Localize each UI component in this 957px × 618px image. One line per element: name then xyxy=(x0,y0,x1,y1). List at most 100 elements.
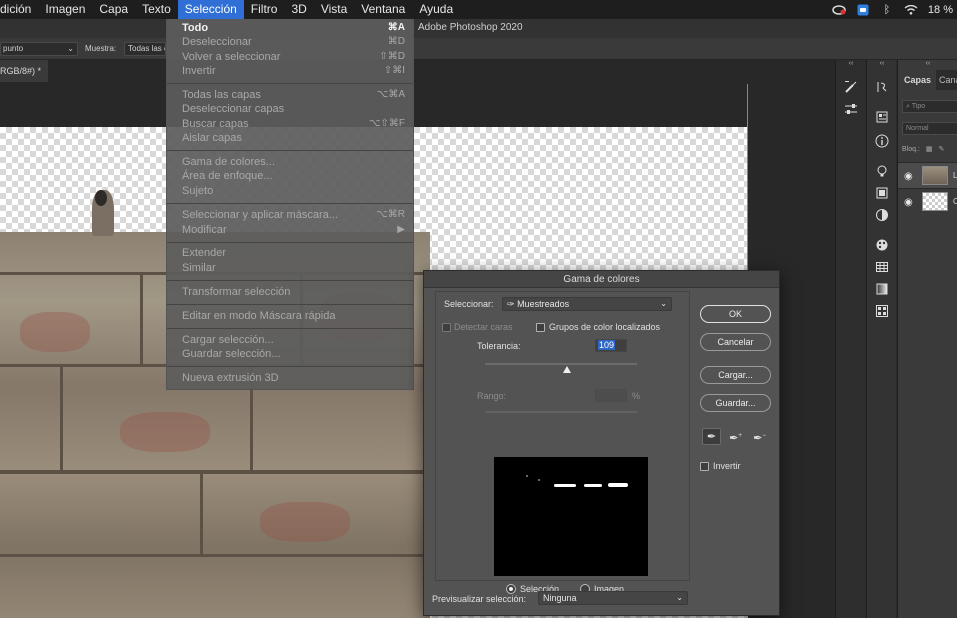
eyedropper-icon[interactable]: ✒ xyxy=(702,428,721,445)
tolerance-slider-thumb[interactable] xyxy=(563,366,572,373)
invert-checkbox[interactable] xyxy=(700,462,709,471)
menu-imagen[interactable]: Imagen xyxy=(38,0,92,19)
sample-select[interactable]: Todas las capas xyxy=(124,42,166,56)
menu-item-todo[interactable]: Todo ⌘A xyxy=(167,21,413,35)
creative-cloud-icon[interactable] xyxy=(832,4,846,16)
layer-row[interactable]: ◉ L xyxy=(898,162,957,188)
brush-presets-icon[interactable] xyxy=(843,80,859,96)
selection-radio[interactable] xyxy=(506,584,516,594)
selection-preview xyxy=(494,457,648,576)
eyedropper-plus-icon[interactable]: ✒+ xyxy=(726,428,745,445)
visibility-eye-icon[interactable]: ◉ xyxy=(904,197,913,208)
menu-separator xyxy=(167,328,413,329)
properties-icon[interactable] xyxy=(874,110,890,126)
sample-size-select[interactable]: punto ⌄ xyxy=(0,42,78,56)
save-button[interactable]: Guardar... xyxy=(700,394,771,412)
gradients-icon[interactable] xyxy=(874,282,890,298)
menu-item-area-de-enfoque[interactable]: Área de enfoque... xyxy=(167,169,413,183)
menu-item-cargar-seleccion[interactable]: Cargar selección... xyxy=(167,333,413,347)
layer-row[interactable]: ◉ C xyxy=(898,188,957,214)
layer-thumbnail xyxy=(922,166,948,185)
menu-item-invertir[interactable]: Invertir ⇧⌘I xyxy=(167,64,413,78)
menu-item-transformar-seleccion[interactable]: Transformar selección xyxy=(167,285,413,299)
adjustments-icon[interactable] xyxy=(874,208,890,224)
patterns-icon[interactable] xyxy=(874,304,890,320)
menu-edicion[interactable]: dición xyxy=(0,0,38,19)
collapse-arrows-icon[interactable]: ‹‹ xyxy=(867,60,897,68)
menu-item-deseleccionar-capas[interactable]: Deseleccionar capas xyxy=(167,102,413,116)
menu-filtro[interactable]: Filtro xyxy=(244,0,285,19)
menu-item-modificar[interactable]: Modificar ▶ xyxy=(167,223,413,237)
grid-table-icon[interactable] xyxy=(874,260,890,276)
menu-separator xyxy=(167,304,413,305)
blend-mode-value: Normal xyxy=(906,125,929,132)
selection-menu: Todo ⌘A Deseleccionar ⌘D Volver a seleccio… xyxy=(166,19,414,390)
preview-mark xyxy=(538,479,540,481)
document-tab[interactable]: RGB/8#) * xyxy=(0,60,48,82)
invert-label: Invertir xyxy=(713,461,741,471)
localized-groups-checkbox[interactable] xyxy=(536,323,545,332)
menu-separator xyxy=(167,203,413,204)
range-slider[interactable] xyxy=(485,411,637,413)
menu-item-aislar-capas[interactable]: Aislar capas xyxy=(167,131,413,145)
blend-mode-select[interactable]: Normal xyxy=(902,122,957,135)
collapse-arrows-icon[interactable]: ‹‹ xyxy=(836,60,866,68)
menu-3d[interactable]: 3D xyxy=(284,0,313,19)
learn-bulb-icon[interactable] xyxy=(874,164,890,180)
range-input[interactable] xyxy=(595,389,627,402)
history-icon[interactable] xyxy=(874,80,890,96)
menu-item-buscar-capas[interactable]: Buscar capas ⌥⇧⌘F xyxy=(167,117,413,131)
menu-item-seleccionar-y-aplicar-mascara[interactable]: Seleccionar y aplicar máscara... ⌥⌘R xyxy=(167,208,413,222)
lock-brush-icon[interactable]: ✎ xyxy=(938,146,944,153)
panel-strip-1: ‹‹ xyxy=(835,60,865,618)
tolerance-input[interactable]: 109 xyxy=(595,339,627,352)
eyedropper-minus-icon[interactable]: ✒− xyxy=(750,428,769,445)
menu-ventana[interactable]: Ventana xyxy=(354,0,412,19)
menu-item-guardar-seleccion[interactable]: Guardar selección... xyxy=(167,347,413,361)
menu-item-deseleccionar[interactable]: Deseleccionar ⌘D xyxy=(167,35,413,49)
document-tab-bar: RGB/8#) * xyxy=(0,60,835,82)
menu-item-nueva-extrusion-3d[interactable]: Nueva extrusión 3D xyxy=(167,371,413,385)
tab-capas[interactable]: Capas xyxy=(898,70,936,90)
menu-vista[interactable]: Vista xyxy=(314,0,354,19)
layer-filter-field[interactable]: ⌕ Tipo xyxy=(902,100,957,113)
menu-texto[interactable]: Texto xyxy=(135,0,178,19)
preview-selection-label: Previsualizar selección: xyxy=(432,594,527,604)
info-icon[interactable] xyxy=(874,134,890,150)
adjustments-sliders-icon[interactable] xyxy=(843,102,859,118)
finder-app-icon[interactable] xyxy=(856,4,870,16)
panel-strip-2: ‹‹ xyxy=(866,60,896,618)
menu-capa[interactable]: Capa xyxy=(92,0,135,19)
menu-ayuda[interactable]: Ayuda xyxy=(412,0,460,19)
detect-faces-checkbox[interactable] xyxy=(442,323,451,332)
sample-size-value: punto xyxy=(3,44,24,53)
battery-percent[interactable]: 18 % xyxy=(928,4,953,16)
localized-groups-label: Grupos de color localizados xyxy=(549,322,661,332)
menu-item-sujeto[interactable]: Sujeto xyxy=(167,184,413,198)
photoshop-window: dición Imagen Capa Texto Selección Filtr… xyxy=(0,0,957,618)
preview-selection-dropdown[interactable]: Ninguna ⌄ xyxy=(538,591,688,605)
menu-item-editar-mascara-rapida[interactable]: Editar en modo Máscara rápida xyxy=(167,309,413,323)
ok-button[interactable]: OK xyxy=(700,305,771,323)
load-button[interactable]: Cargar... xyxy=(700,366,771,384)
cancel-button[interactable]: Cancelar xyxy=(700,333,771,351)
tab-canales[interactable]: Canales xyxy=(939,70,957,90)
visibility-eye-icon[interactable]: ◉ xyxy=(904,171,913,182)
tolerance-slider[interactable] xyxy=(485,363,637,365)
menu-item-similar[interactable]: Similar xyxy=(167,261,413,275)
collapse-arrows-icon[interactable]: ‹‹ xyxy=(898,60,957,68)
menu-separator xyxy=(167,150,413,151)
menu-item-extender[interactable]: Extender xyxy=(167,246,413,260)
submenu-arrow-icon: ▶ xyxy=(397,224,405,235)
wifi-icon[interactable] xyxy=(904,4,918,16)
swatches-icon[interactable] xyxy=(874,238,890,254)
select-mode-dropdown[interactable]: ✑ Muestreados ⌄ xyxy=(502,297,672,311)
libraries-icon[interactable] xyxy=(874,186,890,202)
menu-seleccion[interactable]: Selección xyxy=(177,0,244,19)
lock-transparency-icon[interactable]: ▦ xyxy=(926,146,933,153)
menu-item-todas-las-capas[interactable]: Todas las capas ⌥⌘A xyxy=(167,88,413,102)
menu-item-gama-de-colores[interactable]: Gama de colores... xyxy=(167,155,413,169)
bluetooth-icon[interactable]: ᛒ xyxy=(880,4,894,16)
menu-item-volver-a-seleccionar[interactable]: Volver a seleccionar ⇧⌘D xyxy=(167,50,413,64)
chevron-down-icon: ⌄ xyxy=(660,299,667,308)
